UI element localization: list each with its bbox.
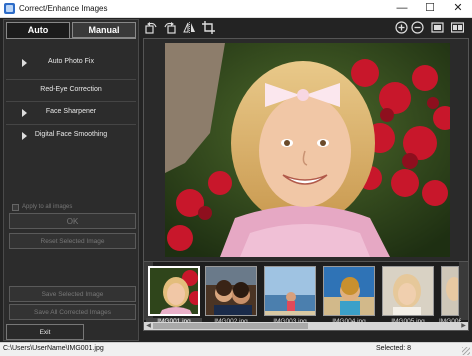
thumbnail-image xyxy=(265,267,315,315)
tab-divider xyxy=(6,38,136,39)
zoom-in-icon[interactable] xyxy=(395,21,408,34)
rotate-right-icon[interactable] xyxy=(163,21,176,34)
divider xyxy=(6,101,136,102)
option-auto-photo-fix[interactable]: Auto Photo Fix xyxy=(6,54,136,72)
status-bar: C:\Users\UserName\IMG001.jpg Selected: 8 xyxy=(0,342,472,356)
tab-manual[interactable]: Manual xyxy=(72,22,136,38)
image-toolbar xyxy=(143,20,469,36)
thumbnail-image xyxy=(324,267,374,315)
divider xyxy=(6,79,136,80)
divider xyxy=(6,124,136,125)
full-screen-icon[interactable] xyxy=(431,21,444,34)
tab-auto[interactable]: Auto xyxy=(6,22,70,38)
minimize-button[interactable]: — xyxy=(388,0,416,18)
exit-button[interactable]: Exit xyxy=(6,324,84,340)
save-all-corrected-images-button[interactable]: Save All Corrected Images xyxy=(9,304,136,320)
checkbox-box[interactable] xyxy=(12,204,19,211)
ok-button[interactable]: OK xyxy=(9,213,136,229)
filmstrip-right-arrow[interactable] xyxy=(459,262,468,320)
correction-panel: Auto Manual Auto Photo Fix Red-Eye Corre… xyxy=(3,19,139,341)
tab-bar: Auto Manual xyxy=(6,22,136,38)
save-selected-image-button[interactable]: Save Selected Image xyxy=(9,286,136,302)
apply-all-checkbox[interactable]: Apply to all images xyxy=(12,203,132,213)
thumbnail-image xyxy=(150,268,198,314)
filmstrip-scrollbar[interactable]: ◀ ▶ xyxy=(144,322,468,330)
image-preview-area xyxy=(143,38,469,278)
preview-photo[interactable] xyxy=(165,43,450,257)
scroll-left-icon[interactable]: ◀ xyxy=(144,322,153,330)
rotate-left-icon[interactable] xyxy=(145,21,158,34)
compare-view-icon[interactable] xyxy=(451,21,464,34)
apply-all-label: Apply to all images xyxy=(22,204,73,210)
window-title: Correct/Enhance Images xyxy=(19,4,108,13)
option-digital-face-smoothing[interactable]: Digital Face Smoothing xyxy=(6,127,136,145)
thumbnail-img005[interactable] xyxy=(382,266,434,316)
thumbnail-filmstrip: IMG001.jpg IMG002.jpg IMG003.jpg xyxy=(143,261,469,331)
option-label: Red-Eye Correction xyxy=(40,86,102,93)
zoom-out-icon[interactable] xyxy=(411,21,424,34)
reset-selected-image-button[interactable]: Reset Selected Image xyxy=(9,233,136,249)
thumbnail-img004[interactable] xyxy=(323,266,375,316)
crop-icon[interactable] xyxy=(202,21,215,34)
thumbnail-img002[interactable] xyxy=(205,266,257,316)
thumbnail-img006[interactable] xyxy=(441,266,459,316)
file-path: C:\Users\UserName\IMG001.jpg xyxy=(3,345,104,352)
title-bar: Correct/Enhance Images — ☐ ✕ xyxy=(0,0,472,18)
photo-image xyxy=(165,43,450,257)
thumbnail-img003[interactable] xyxy=(264,266,316,316)
app-body: Auto Manual Auto Photo Fix Red-Eye Corre… xyxy=(0,18,472,342)
option-red-eye-correction[interactable]: Red-Eye Correction xyxy=(6,82,136,100)
option-face-sharpener[interactable]: Face Sharpener xyxy=(6,104,136,122)
option-label: Face Sharpener xyxy=(45,108,97,115)
close-button[interactable]: ✕ xyxy=(444,0,472,18)
thumbnail-img001[interactable] xyxy=(148,266,200,316)
app-icon xyxy=(4,3,15,14)
thumbnail-image xyxy=(383,267,433,315)
maximize-button[interactable]: ☐ xyxy=(416,0,444,18)
thumbnail-image xyxy=(206,267,256,315)
option-label: Digital Face Smoothing xyxy=(34,131,108,138)
flip-horizontal-icon[interactable] xyxy=(183,21,196,34)
scrollbar-thumb[interactable] xyxy=(153,323,308,329)
selected-count: Selected: 8 xyxy=(376,345,412,352)
resize-grip-icon[interactable] xyxy=(462,347,470,355)
thumbnail-image xyxy=(442,267,458,315)
scroll-right-icon[interactable]: ▶ xyxy=(459,322,468,330)
option-label: Auto Photo Fix xyxy=(48,58,94,65)
